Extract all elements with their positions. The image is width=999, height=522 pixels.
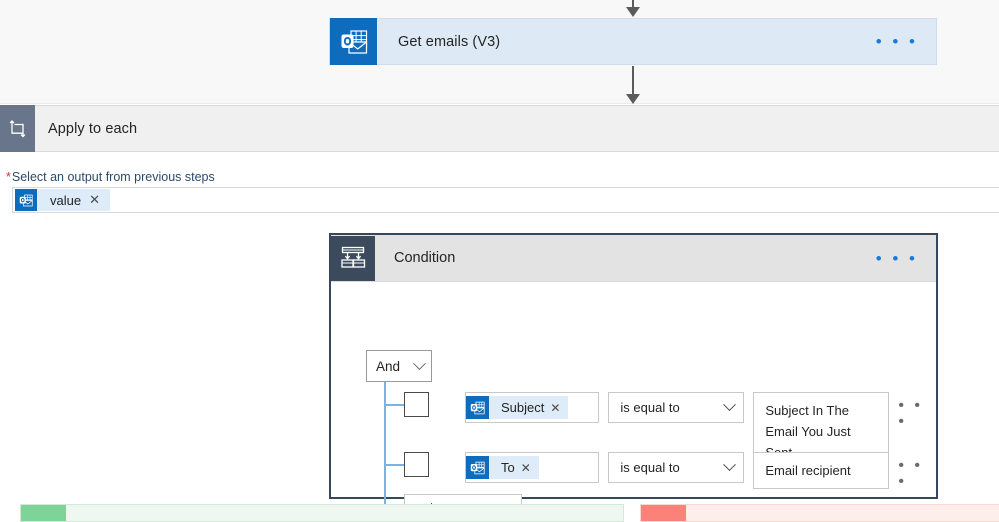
connector-arrow-into-get-emails [625, 0, 641, 18]
connector-arrow-into-apply-to-each [625, 66, 641, 106]
condition-operator-select[interactable]: is equal to [608, 392, 745, 423]
flow-designer-canvas: Get emails (V3) • • • Apply to each *Sel… [0, 0, 999, 522]
condition-tree-branch [386, 464, 404, 466]
condition-row-checkbox[interactable] [404, 452, 429, 477]
outlook-icon [466, 396, 489, 419]
logic-operator-select[interactable]: And [366, 350, 432, 382]
scope-header-apply-to-each[interactable]: Apply to each [0, 105, 999, 152]
branch-if-yes-accent [21, 505, 66, 521]
chevron-down-icon [723, 398, 737, 412]
branch-if-no[interactable] [640, 504, 999, 522]
condition-operator-value: is equal to [620, 460, 680, 475]
logic-operator-value: And [376, 358, 401, 374]
condition-operand-field[interactable]: Subject ✕ [465, 392, 600, 423]
token-label: Subject [501, 400, 545, 415]
condition-body: And Subject ✕ is equal to Subject In The… [331, 282, 936, 522]
condition-header[interactable]: Condition • • • [331, 235, 936, 282]
select-output-input[interactable]: value ✕ [12, 187, 999, 213]
token-label: value [50, 192, 82, 208]
condition-row-checkbox[interactable] [404, 392, 429, 417]
scope-title: Apply to each [48, 120, 138, 137]
condition-row-menu-button[interactable]: • • • [898, 452, 936, 490]
condition-operand-field[interactable]: To ✕ [465, 452, 600, 483]
close-icon[interactable]: ✕ [550, 401, 568, 415]
select-output-label-text: Select an output from previous steps [11, 170, 215, 184]
chevron-down-icon [413, 356, 426, 370]
condition-tree-branch [386, 404, 404, 406]
canvas-top-divider [0, 103, 999, 104]
branch-if-no-accent [641, 505, 686, 521]
condition-value-input[interactable]: Email recipient [753, 452, 890, 489]
outlook-icon [330, 18, 377, 65]
token-chip-to[interactable]: To ✕ [466, 456, 539, 479]
branch-if-yes[interactable] [20, 504, 624, 522]
token-chip-subject[interactable]: Subject ✕ [466, 396, 569, 419]
condition-branch-icon [331, 235, 375, 281]
select-output-label: *Select an output from previous steps [6, 170, 215, 184]
condition-row: To ✕ is equal to Email recipient • • • [404, 452, 936, 490]
action-card-get-emails[interactable]: Get emails (V3) • • • [329, 18, 937, 65]
condition-operator-select[interactable]: is equal to [608, 452, 745, 483]
token-label: To [501, 460, 515, 475]
action-card-menu-button[interactable]: • • • [876, 33, 936, 50]
close-icon[interactable]: ✕ [521, 461, 539, 475]
condition-panel: Condition • • • And Subject ✕ is equal t… [329, 233, 938, 522]
condition-row-menu-button[interactable]: • • • [898, 392, 936, 430]
outlook-icon [15, 189, 37, 211]
outlook-icon [466, 456, 489, 479]
close-icon[interactable]: ✕ [89, 192, 110, 208]
condition-tree-trunk [384, 382, 386, 513]
condition-operator-value: is equal to [620, 400, 680, 415]
action-card-title: Get emails (V3) [398, 33, 501, 50]
required-asterisk: * [6, 170, 11, 184]
condition-title: Condition [394, 250, 456, 266]
token-chip-value[interactable]: value ✕ [15, 189, 110, 211]
loop-icon [0, 105, 35, 152]
condition-menu-button[interactable]: • • • [876, 250, 936, 267]
chevron-down-icon [723, 458, 737, 472]
